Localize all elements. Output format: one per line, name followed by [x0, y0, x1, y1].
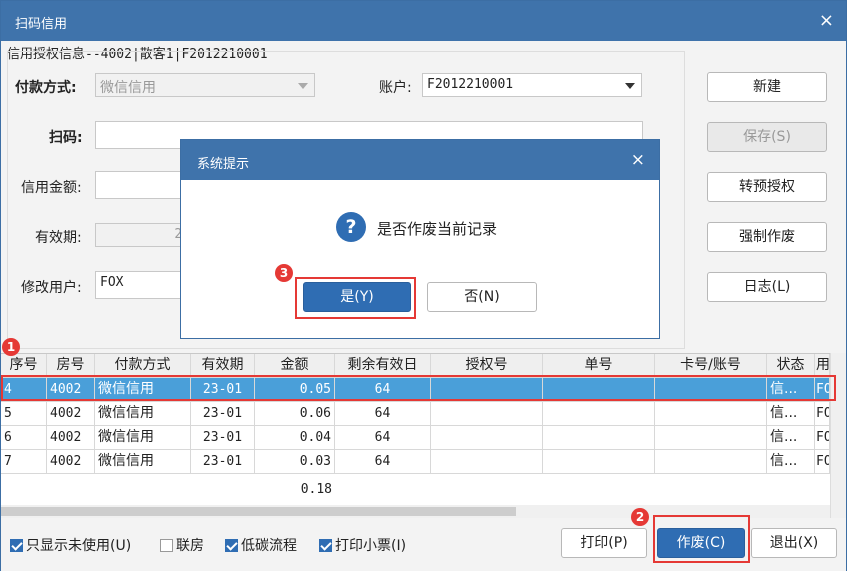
exit-button[interactable]: 退出(X): [751, 528, 837, 558]
cell-room: 4002: [47, 426, 95, 450]
cell-room: 4002: [47, 402, 95, 426]
cell-order-no: [543, 426, 655, 450]
dialog-titlebar: 系统提示 ×: [181, 140, 659, 180]
cell-user: FO: [815, 450, 830, 474]
chevron-down-icon: [292, 74, 314, 96]
annotation-badge-2: 2: [631, 508, 649, 526]
cell-auth-no: [431, 450, 543, 474]
account-label: 账户:: [379, 80, 412, 96]
cell-status: 信...: [767, 426, 815, 450]
pay-method-select: 微信信用: [95, 73, 315, 97]
annotation-badge-3: 3: [275, 264, 293, 282]
pay-method-label: 付款方式:: [15, 80, 77, 96]
cell-user: FO: [815, 402, 830, 426]
pay-method-value: 微信信用: [100, 80, 156, 96]
print-ticket-label: 打印小票(I): [335, 538, 407, 554]
print-button[interactable]: 打印(P): [561, 528, 647, 558]
cell-status: 信...: [767, 402, 815, 426]
table-row[interactable]: 5 4002 微信信用 23-01 0.06 64 信... FO: [1, 402, 830, 426]
save-button[interactable]: 保存(S): [707, 122, 827, 152]
account-select[interactable]: F2012210001: [422, 73, 642, 97]
modify-user-label: 修改用户:: [21, 280, 82, 296]
cell-validity: 23-01: [191, 450, 255, 474]
credit-amount-label: 信用金额:: [21, 180, 82, 196]
print-ticket-checkbox[interactable]: 打印小票(I): [319, 535, 406, 555]
only-unused-checkbox[interactable]: 只显示未使用(U): [10, 535, 131, 555]
cell-room: 4002: [47, 450, 95, 474]
cell-validity: 23-01: [191, 402, 255, 426]
cell-pay-method: 微信信用: [95, 450, 191, 474]
dialog-title: 系统提示: [197, 157, 250, 172]
cell-seq: 5: [1, 402, 47, 426]
cell-pay-method: 微信信用: [95, 402, 191, 426]
dialog-no-button[interactable]: 否(N): [427, 282, 537, 312]
cell-order-no: [543, 402, 655, 426]
account-value: F2012210001: [427, 77, 514, 92]
cell-status: 信...: [767, 450, 815, 474]
cell-card-no: [655, 450, 767, 474]
cell-card-no: [655, 426, 767, 450]
cell-auth-no: [431, 402, 543, 426]
checkbox-checked-icon[interactable]: [225, 539, 238, 552]
highlight-selected-row: [1, 375, 836, 401]
cell-auth-no: [431, 426, 543, 450]
cell-remaining-days: 64: [335, 402, 431, 426]
new-button[interactable]: 新建: [707, 72, 827, 102]
cell-validity: 23-01: [191, 426, 255, 450]
annotation-badge-1: 1: [2, 338, 20, 356]
cell-seq: 7: [1, 450, 47, 474]
cell-pay-method: 微信信用: [95, 426, 191, 450]
dialog-message: 是否作废当前记录: [377, 220, 498, 238]
amount-total: 0.18: [300, 482, 332, 497]
question-icon: ?: [336, 212, 366, 242]
cell-user: FO: [815, 426, 830, 450]
cell-remaining-days: 64: [335, 450, 431, 474]
table-row[interactable]: 6 4002 微信信用 23-01 0.04 64 信... FO: [1, 426, 830, 450]
cell-order-no: [543, 450, 655, 474]
chevron-down-icon[interactable]: [619, 74, 641, 96]
only-unused-label: 只显示未使用(U): [26, 538, 132, 554]
log-button[interactable]: 日志(L): [707, 272, 827, 302]
checkbox-checked-icon[interactable]: [319, 539, 332, 552]
validity-label: 有效期:: [35, 230, 82, 246]
cell-amount: 0.06: [255, 402, 335, 426]
cell-seq: 6: [1, 426, 47, 450]
cell-amount: 0.03: [255, 450, 335, 474]
window-title: 扫码信用: [15, 17, 68, 32]
pre-auth-button[interactable]: 转预授权: [707, 172, 827, 202]
credit-window: 扫码信用 × 信用授权信息--4002|散客1|F2012210001 付款方式…: [0, 0, 847, 571]
low-carbon-checkbox[interactable]: 低碳流程: [225, 535, 297, 555]
cell-amount: 0.04: [255, 426, 335, 450]
highlight-void-button: [653, 515, 750, 563]
scan-label: 扫码:: [49, 130, 83, 146]
table-row[interactable]: 7 4002 微信信用 23-01 0.03 64 信... FO: [1, 450, 830, 474]
linked-room-label: 联房: [176, 538, 204, 554]
window-close-icon[interactable]: ×: [819, 10, 834, 31]
force-void-button[interactable]: 强制作废: [707, 222, 827, 252]
horizontal-scroll-thumb[interactable]: [1, 507, 516, 516]
low-carbon-label: 低碳流程: [241, 538, 297, 554]
linked-room-checkbox[interactable]: 联房: [160, 535, 204, 555]
window-titlebar: 扫码信用 ×: [1, 1, 846, 41]
dialog-close-icon[interactable]: ×: [631, 150, 645, 170]
checkbox-unchecked-icon[interactable]: [160, 539, 173, 552]
cell-card-no: [655, 402, 767, 426]
cell-remaining-days: 64: [335, 426, 431, 450]
checkbox-checked-icon[interactable]: [10, 539, 23, 552]
highlight-yes-button: [295, 277, 416, 319]
confirm-dialog: 系统提示 × ? 是否作废当前记录 是(Y) 否(N): [180, 139, 660, 339]
